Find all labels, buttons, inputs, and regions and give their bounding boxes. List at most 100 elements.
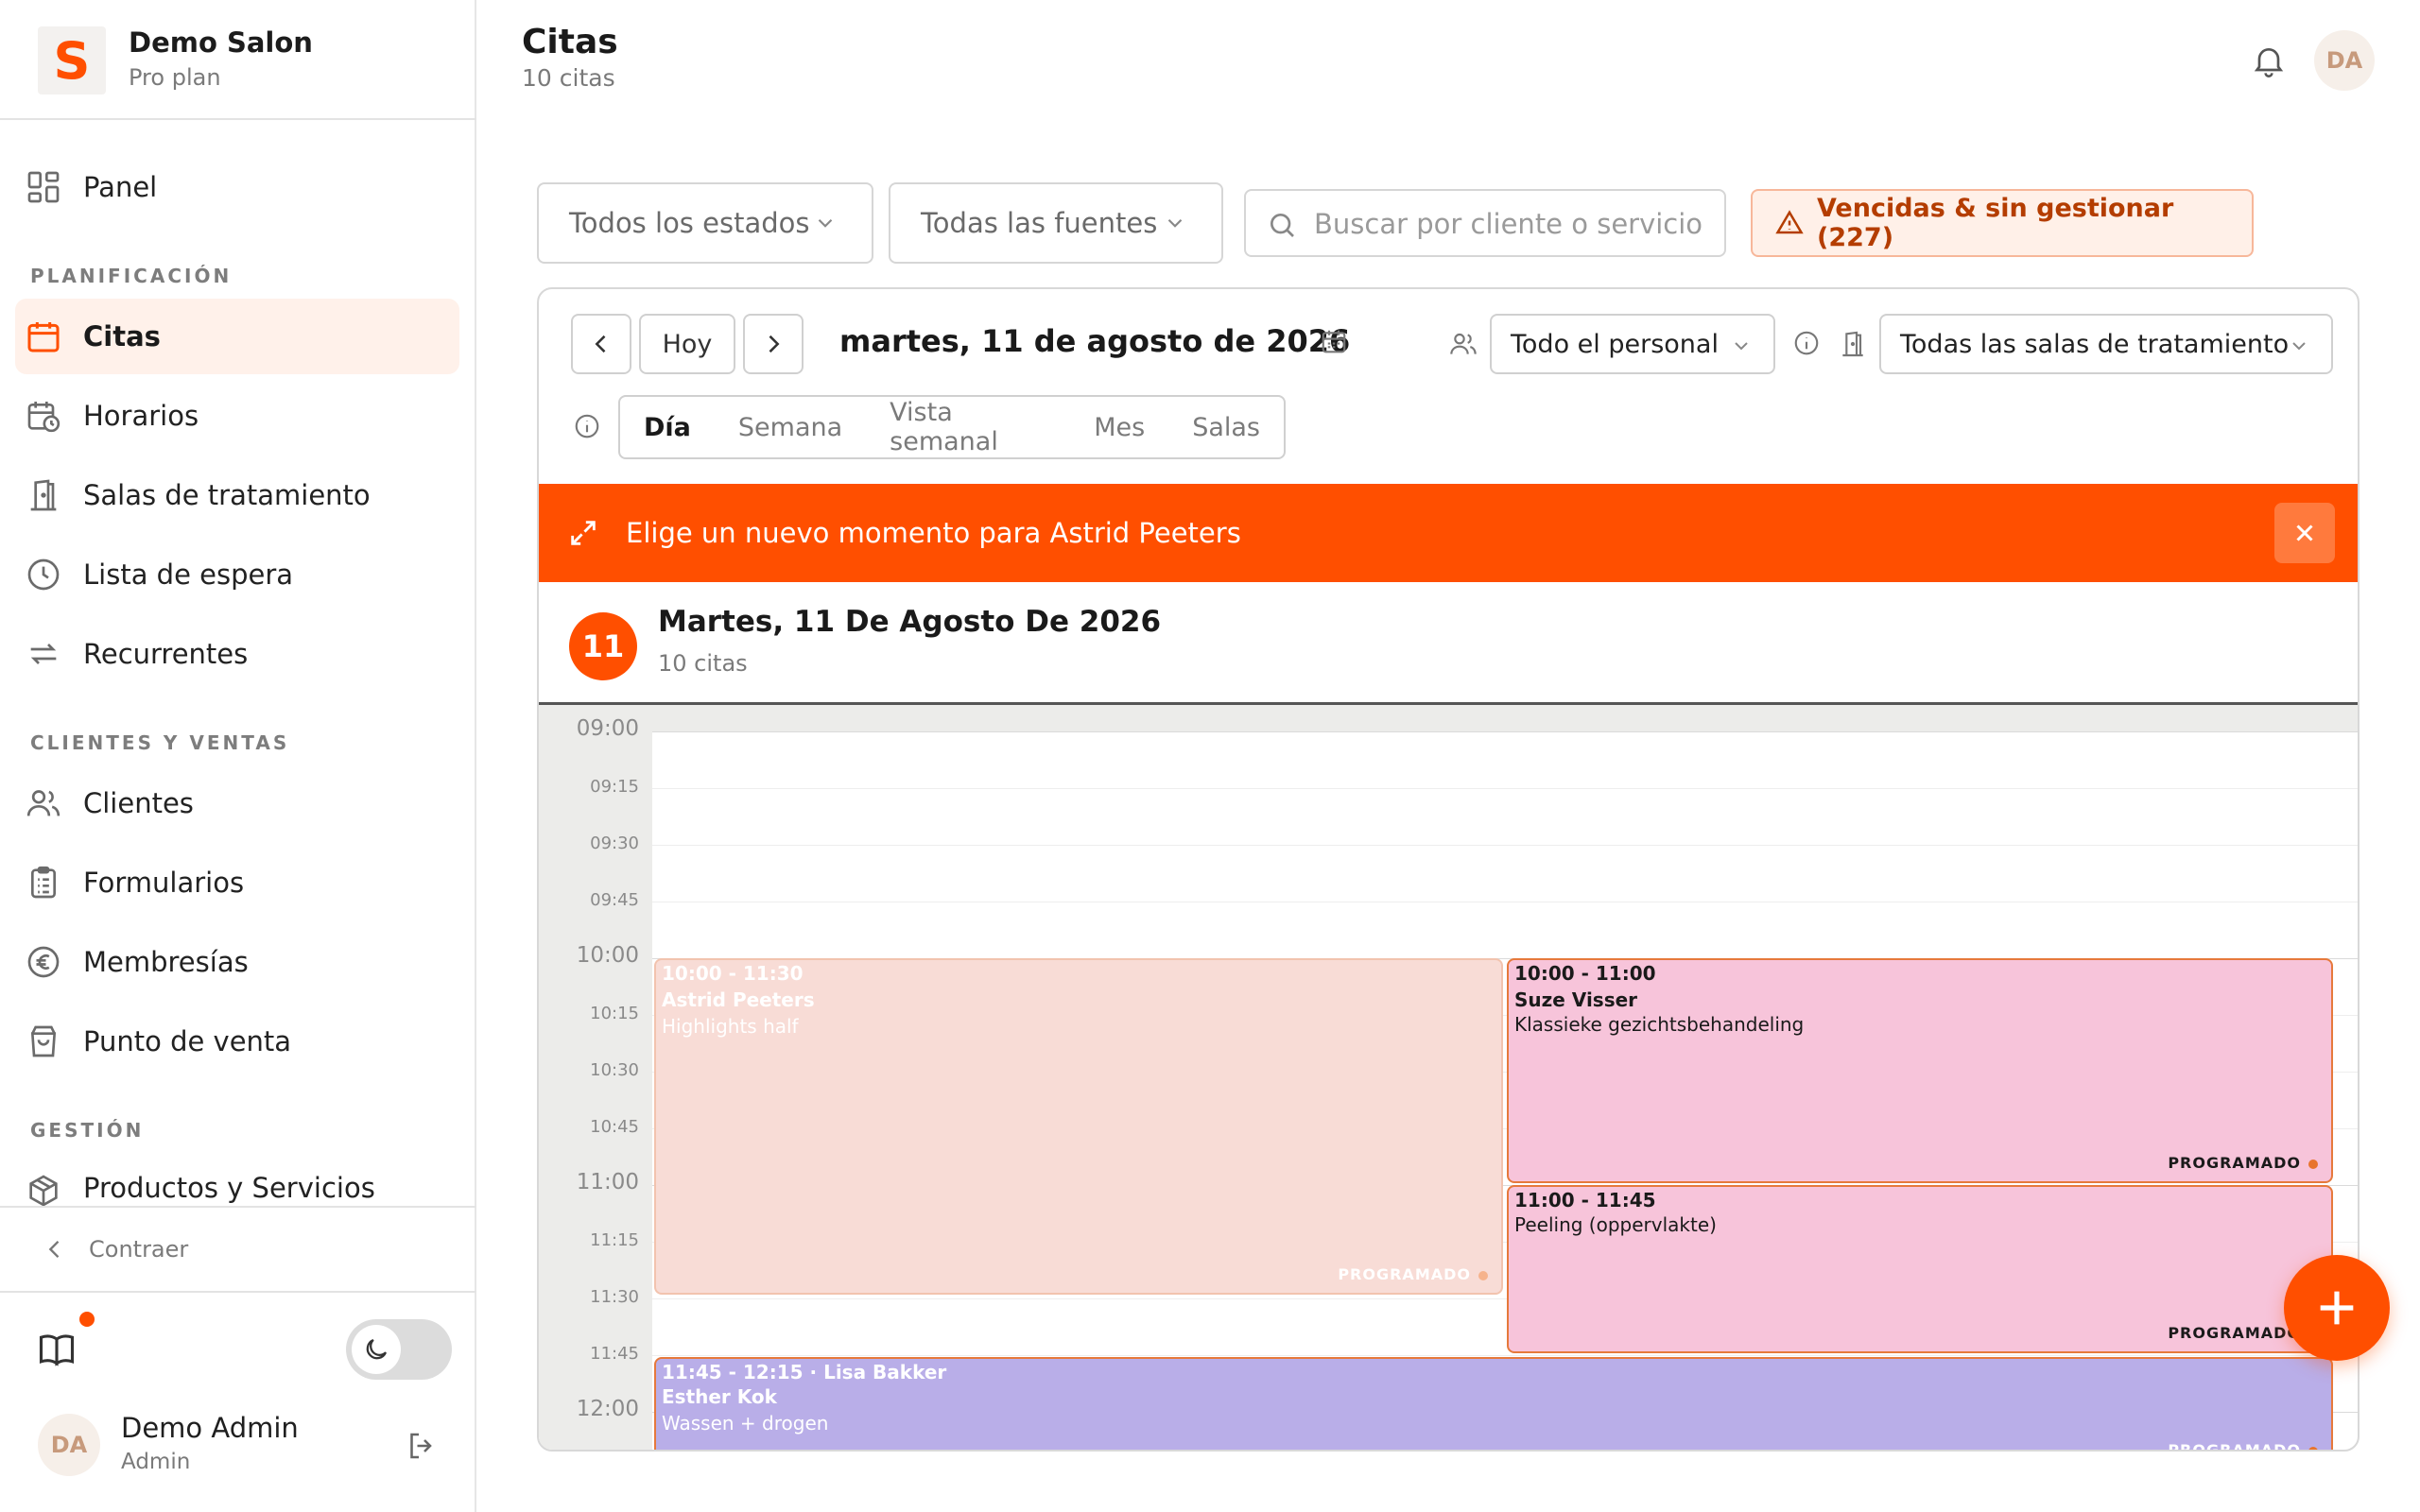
sidebar-item-punto-venta[interactable]: Punto de venta xyxy=(15,1004,459,1079)
day-title: Martes, 11 De Agosto De 2026 xyxy=(658,605,1162,639)
shopping-bag-icon xyxy=(25,1022,62,1060)
notification-dot xyxy=(79,1312,95,1327)
add-appointment-button[interactable] xyxy=(2284,1255,2390,1361)
source-filter-value: Todas las fuentes xyxy=(921,207,1158,239)
time-label: 10:45 xyxy=(590,1117,639,1137)
sidebar-item-label: Recurrentes xyxy=(83,638,249,670)
tab-semana[interactable]: Semana xyxy=(715,397,866,457)
close-banner-button[interactable] xyxy=(2274,503,2335,563)
today-label: Hoy xyxy=(662,329,713,359)
time-label: 12:00 xyxy=(576,1397,639,1421)
sidebar-item-formularios[interactable]: Formularios xyxy=(15,845,459,920)
date-title[interactable]: martes, 11 de agosto de 2026 xyxy=(839,323,1350,359)
sidebar-item-horarios[interactable]: Horarios xyxy=(15,378,459,454)
staff-select[interactable]: Todo el personal xyxy=(1490,314,1775,374)
appointment-status: PROGRAMADO xyxy=(2168,1154,2318,1172)
repeat-icon xyxy=(25,635,62,673)
tab-dia[interactable]: Día xyxy=(620,397,715,457)
appointment-time: 10:00 - 11:30 xyxy=(662,962,804,985)
calendar-card: Hoy martes, 11 de agosto de 2026 Todo el… xyxy=(537,287,2360,1452)
reschedule-banner: Elige un nuevo momento para Astrid Peete… xyxy=(539,484,2358,582)
tab-salas[interactable]: Salas xyxy=(1168,397,1284,457)
search-input[interactable] xyxy=(1314,198,1711,249)
user-avatar[interactable]: DA xyxy=(38,1414,100,1476)
chevron-left-icon xyxy=(595,335,606,353)
brand-header[interactable]: S Demo Salon Pro plan xyxy=(0,0,476,120)
prev-day-button[interactable] xyxy=(571,314,631,374)
grid-line xyxy=(652,788,2358,789)
sidebar-item-clientes[interactable]: Clientes xyxy=(15,765,459,841)
grid-line xyxy=(652,1355,2358,1356)
chevron-down-icon xyxy=(1730,335,1753,357)
status-filter-select[interactable]: Todos los estados xyxy=(537,182,873,264)
sidebar-item-panel[interactable]: Panel xyxy=(15,149,459,225)
collapse-label: Contraer xyxy=(89,1236,189,1263)
time-grid[interactable]: 12:00 11:45 11:30 11:15 11:00 10:45 10:30 10:15… xyxy=(539,705,2358,1450)
appointment-time: 11:00 - 11:45 xyxy=(1514,1189,1656,1211)
dark-mode-toggle[interactable] xyxy=(346,1319,452,1380)
tab-vista-semanal[interactable]: Vista semanal xyxy=(866,397,1070,457)
today-button[interactable]: Hoy xyxy=(639,314,735,374)
book-icon[interactable] xyxy=(36,1329,78,1370)
staff-select-value: Todo el personal xyxy=(1511,329,1719,359)
sidebar-item-label: Clientes xyxy=(83,787,194,819)
euro-coin-icon xyxy=(25,943,62,981)
search-icon xyxy=(1267,210,1297,240)
user-role: Admin xyxy=(121,1450,191,1474)
appointment-esther-kok[interactable]: 11:45 - 12:15 · Lisa Bakker Esther Kok W… xyxy=(654,1357,2333,1450)
time-label: 11:15 xyxy=(590,1230,639,1250)
sidebar-item-label: Panel xyxy=(83,171,158,203)
day-appointment-count: 10 citas xyxy=(658,650,748,677)
search-box xyxy=(1244,189,1726,257)
source-filter-select[interactable]: Todas las fuentes xyxy=(889,182,1223,264)
appointment-peeling[interactable]: 11:00 - 11:45 Peeling (oppervlakte) PROG… xyxy=(1507,1185,2333,1353)
section-label-planning: PLANIFICACIÓN xyxy=(30,265,233,287)
appointment-status: PROGRAMADO xyxy=(1338,1265,1488,1283)
bell-icon[interactable] xyxy=(2250,42,2288,79)
close-icon xyxy=(2296,524,2313,541)
room-select-value: Todas las salas de tratamiento xyxy=(1900,329,2290,359)
time-label: 11:00 xyxy=(576,1170,639,1194)
sidebar-item-label: Salas de tratamiento xyxy=(83,479,371,511)
info-icon[interactable] xyxy=(573,412,601,440)
room-select[interactable]: Todas las salas de tratamiento xyxy=(1879,314,2333,374)
logout-icon[interactable] xyxy=(405,1429,439,1463)
all-day-strip xyxy=(652,705,2358,731)
time-label: 11:30 xyxy=(590,1287,639,1307)
time-label: 11:45 xyxy=(590,1344,639,1364)
banner-text: Elige un nuevo momento para Astrid Peete… xyxy=(626,517,1241,549)
appointment-astrid-peeters-ghost[interactable]: 10:00 - 11:30 Astrid Peeters Highlights … xyxy=(654,958,1503,1295)
chevron-down-icon xyxy=(813,211,838,235)
section-label-management: GESTIÓN xyxy=(30,1119,145,1142)
sidebar-item-citas[interactable]: Citas xyxy=(15,299,459,374)
sidebar-item-label: Punto de venta xyxy=(83,1025,292,1057)
view-switcher: Día Semana Vista semanal Mes Salas xyxy=(618,395,1286,459)
sidebar: S Demo Salon Pro plan Panel PLANIFICACIÓ… xyxy=(0,0,476,1512)
sidebar-item-salas[interactable]: Salas de tratamiento xyxy=(15,457,459,533)
package-icon xyxy=(25,1172,62,1206)
appointment-suze-visser[interactable]: 10:00 - 11:00 Suze Visser Klassieke gezi… xyxy=(1507,958,2333,1183)
sidebar-item-recurrentes[interactable]: Recurrentes xyxy=(15,616,459,692)
sidebar-item-productos[interactable]: Productos y Servicios xyxy=(15,1153,459,1206)
dashboard-icon xyxy=(25,168,62,206)
calendar-icon[interactable] xyxy=(1320,327,1348,355)
sidebar-item-espera[interactable]: Lista de espera xyxy=(15,537,459,612)
door-icon xyxy=(1838,329,1868,359)
info-icon[interactable] xyxy=(1792,329,1821,357)
sidebar-item-membresias[interactable]: Membresías xyxy=(15,924,459,1000)
header-avatar[interactable]: DA xyxy=(2314,30,2375,91)
tab-mes[interactable]: Mes xyxy=(1070,397,1168,457)
page-title: Citas xyxy=(522,23,618,61)
sidebar-item-label: Productos y Servicios xyxy=(83,1172,375,1204)
appointment-client: Suze Visser xyxy=(1514,988,1638,1011)
status-filter-value: Todos los estados xyxy=(569,207,810,239)
collapse-sidebar-button[interactable]: Contraer xyxy=(0,1206,476,1293)
users-icon xyxy=(25,784,62,822)
sidebar-item-label: Horarios xyxy=(83,400,199,432)
next-day-button[interactable] xyxy=(743,314,804,374)
overdue-unhandled-button[interactable]: Vencidas & sin gestionar (227) xyxy=(1751,189,2254,257)
brand-name: Demo Salon xyxy=(129,26,313,59)
appointment-status: PROGRAMADO xyxy=(2168,1441,2318,1450)
plus-icon xyxy=(2320,1291,2354,1325)
brand-plan: Pro plan xyxy=(129,64,221,91)
